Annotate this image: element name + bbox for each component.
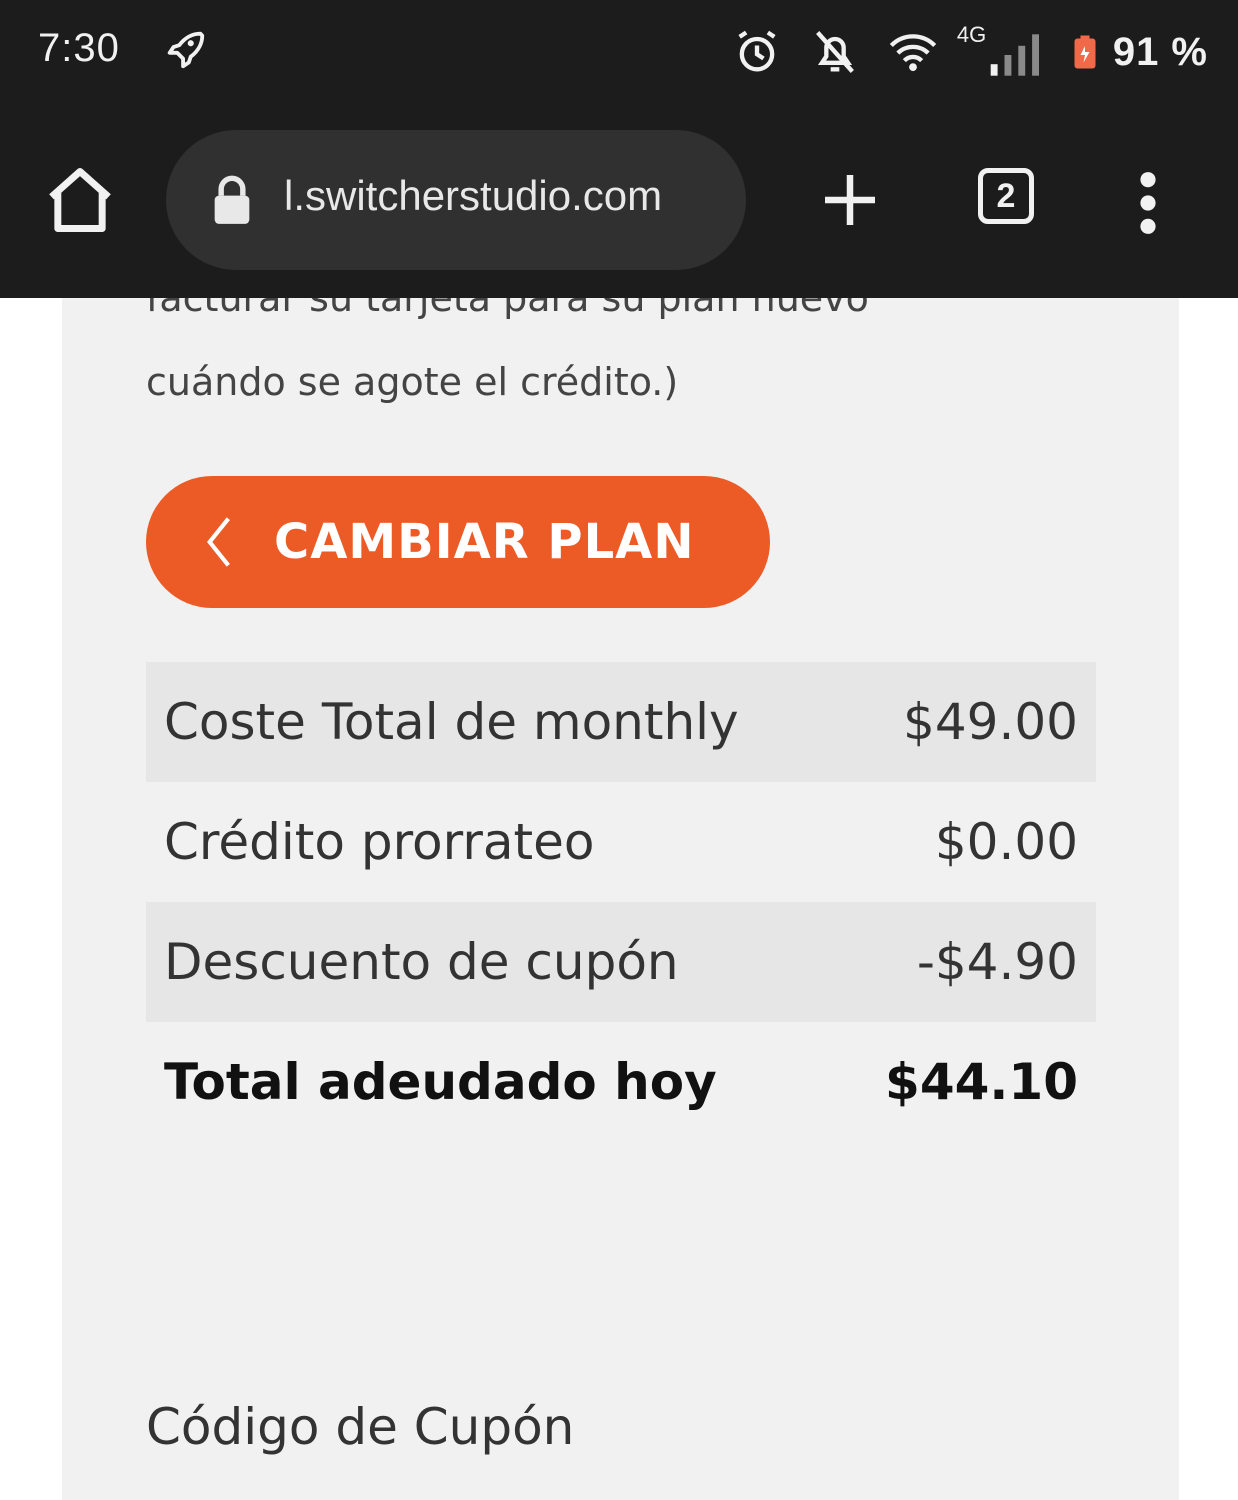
status-bar: 7:30 4G 91 % bbox=[0, 0, 1238, 110]
billing-note: cuándo se agote el crédito.) bbox=[146, 360, 679, 404]
summary-label: Total adeudado hoy bbox=[164, 1053, 717, 1111]
summary-label: Crédito prorrateo bbox=[164, 813, 595, 871]
coupon-code-heading: Código de Cupón bbox=[146, 1398, 575, 1456]
status-time: 7:30 bbox=[38, 26, 120, 70]
plus-icon[interactable] bbox=[820, 170, 880, 230]
summary-value: $49.00 bbox=[903, 693, 1078, 751]
battery-percent: 91 % bbox=[1112, 29, 1208, 74]
change-plan-label: CAMBIAR PLAN bbox=[274, 514, 695, 570]
change-plan-button[interactable]: CAMBIAR PLAN bbox=[146, 476, 770, 608]
rocket-icon bbox=[167, 31, 205, 69]
alarm-icon bbox=[738, 30, 776, 72]
status-icons: 4G 91 % bbox=[705, 22, 1208, 82]
partial-text: facturar su tarjeta para su plan nuevo bbox=[146, 298, 869, 320]
summary-row-total-cost: Coste Total de monthly $49.00 bbox=[146, 662, 1096, 782]
summary-value: $44.10 bbox=[885, 1053, 1078, 1111]
page-content: facturar su tarjeta para su plan nuevo c… bbox=[62, 298, 1179, 1500]
chevron-left-icon bbox=[206, 517, 230, 567]
battery-icon bbox=[1074, 35, 1096, 69]
summary-label: Descuento de cupón bbox=[164, 933, 679, 991]
summary-value: -$4.90 bbox=[916, 933, 1078, 991]
summary-row-total-due: Total adeudado hoy $44.10 bbox=[146, 1022, 1096, 1142]
notifications-off-icon bbox=[815, 31, 854, 73]
home-icon[interactable] bbox=[42, 162, 118, 238]
order-summary: Coste Total de monthly $49.00 Crédito pr… bbox=[146, 662, 1096, 1142]
summary-row-prorated-credit: Crédito prorrateo $0.00 bbox=[146, 782, 1096, 902]
more-options-icon[interactable] bbox=[1128, 168, 1168, 238]
wifi-icon bbox=[889, 34, 937, 72]
cellular-signal-icon: 4G bbox=[957, 22, 1045, 78]
summary-label: Coste Total de monthly bbox=[164, 693, 739, 751]
browser-toolbar: l.switcherstudio.com 2 bbox=[0, 110, 1238, 298]
tab-switcher-button[interactable]: 2 bbox=[978, 168, 1034, 224]
network-type: 4G bbox=[956, 22, 987, 47]
lock-icon bbox=[214, 175, 250, 224]
url-bar[interactable]: l.switcherstudio.com bbox=[166, 130, 746, 270]
summary-row-coupon-discount: Descuento de cupón -$4.90 bbox=[146, 902, 1096, 1022]
summary-value: $0.00 bbox=[934, 813, 1078, 871]
url-text: l.switcherstudio.com bbox=[284, 172, 663, 219]
